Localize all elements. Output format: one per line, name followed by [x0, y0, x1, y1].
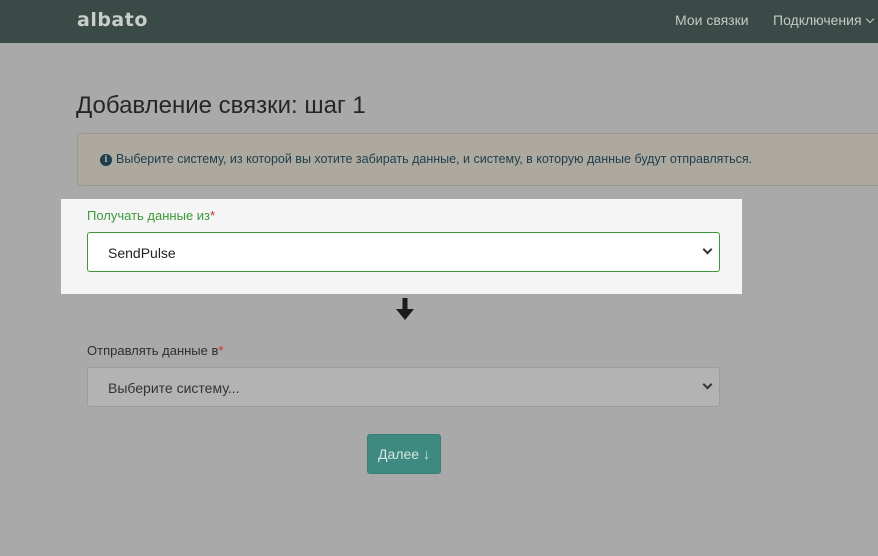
source-field-label: Получать данные из*: [87, 208, 215, 223]
albato-logo[interactable]: albato: [77, 9, 148, 31]
chevron-down-icon: [702, 244, 713, 255]
nav-link-connections-label: Подключения: [773, 12, 862, 28]
source-select-value: SendPulse: [108, 245, 176, 261]
next-button[interactable]: Далее ↓: [367, 434, 441, 474]
info-alert: i Выберите систему, из которой вы хотите…: [77, 133, 878, 186]
chevron-down-icon: [702, 379, 713, 390]
top-navbar: albato Мои связки Подключения: [0, 0, 878, 43]
nav-link-connections[interactable]: Подключения: [773, 12, 874, 28]
info-alert-text: Выберите систему, из которой вы хотите з…: [116, 152, 753, 166]
target-field-label: Отправлять данные в*: [87, 343, 223, 358]
nav-link-my-links[interactable]: Мои связки: [675, 12, 749, 28]
chevron-down-icon: [865, 14, 874, 24]
required-mark: *: [218, 343, 224, 358]
arrow-down-icon: [396, 298, 414, 320]
target-system-select[interactable]: Выберите систему...: [87, 367, 720, 407]
target-label-text: Отправлять данные в: [87, 343, 219, 358]
source-label-text: Получать данные из: [87, 208, 211, 223]
page-title: Добавление связки: шаг 1: [76, 92, 366, 119]
source-system-select[interactable]: SendPulse: [87, 232, 720, 272]
target-select-value: Выберите систему...: [108, 380, 240, 396]
info-circle-icon: i: [100, 154, 112, 166]
required-mark: *: [210, 208, 216, 223]
